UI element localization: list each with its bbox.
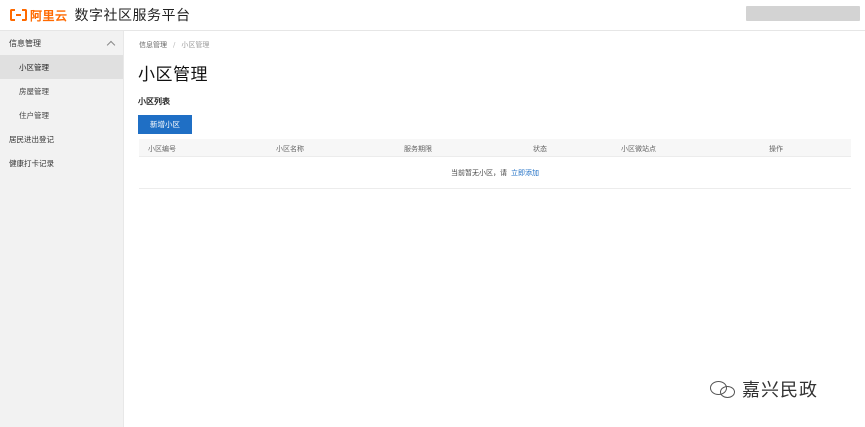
table-header: 小区编号 小区名称 服务期限 状态 小区微站点 操作 bbox=[139, 139, 851, 157]
column-header-service-period: 服务期限 bbox=[404, 145, 432, 153]
sidebar-item-community-management[interactable]: 小区管理 bbox=[0, 55, 123, 79]
sidebar-item-label: 居民进出登记 bbox=[9, 134, 54, 144]
column-header-actions: 操作 bbox=[769, 145, 783, 153]
user-info-box[interactable] bbox=[746, 6, 860, 21]
community-table: 小区编号 小区名称 服务期限 状态 小区微站点 操作 当前暂无小区，请 立即添加 bbox=[139, 139, 851, 189]
page-title: 小区管理 bbox=[138, 65, 208, 85]
sidebar-item-label: 健康打卡记录 bbox=[9, 158, 54, 168]
breadcrumb-current: 小区管理 bbox=[181, 41, 210, 49]
sidebar-item-resident-management[interactable]: 住户管理 bbox=[0, 103, 123, 127]
aliyun-logo[interactable]: 阿里云 bbox=[10, 7, 68, 24]
sidebar-item-health-checkin[interactable]: 健康打卡记录 bbox=[0, 151, 123, 175]
add-now-link[interactable]: 立即添加 bbox=[511, 168, 539, 178]
empty-state-text: 当前暂无小区，请 bbox=[451, 168, 507, 177]
column-header-name: 小区名称 bbox=[276, 145, 304, 153]
logo-text: 阿里云 bbox=[30, 8, 68, 23]
sidebar-item-resident-entry-exit[interactable]: 居民进出登记 bbox=[0, 127, 123, 151]
wechat-icon bbox=[710, 379, 738, 399]
top-bar: 阿里云 数字社区服务平台 bbox=[0, 0, 865, 31]
breadcrumb-parent[interactable]: 信息管理 bbox=[139, 40, 167, 50]
chevron-up-icon bbox=[106, 40, 116, 49]
column-header-id: 小区编号 bbox=[148, 145, 176, 153]
sidebar-group-label: 信息管理 bbox=[9, 38, 41, 48]
section-title: 小区列表 bbox=[138, 97, 170, 106]
sidebar-item-label: 房屋管理 bbox=[19, 86, 49, 96]
add-community-button[interactable]: 新增小区 bbox=[138, 115, 192, 134]
sidebar-item-label: 小区管理 bbox=[19, 62, 49, 72]
column-header-status: 状态 bbox=[533, 145, 547, 153]
sidebar-item-housing-management[interactable]: 房屋管理 bbox=[0, 79, 123, 103]
aliyun-logo-icon bbox=[10, 8, 27, 22]
sidebar-item-label: 住户管理 bbox=[19, 110, 49, 120]
breadcrumb-separator: / bbox=[173, 41, 176, 49]
main-content: 信息管理 / 小区管理 小区管理 小区列表 新增小区 小区编号 小区名称 服务期… bbox=[124, 31, 865, 427]
sidebar: 信息管理 小区管理 房屋管理 住户管理 居民进出登记 健康打卡记录 bbox=[0, 31, 124, 427]
watermark: 嘉兴民政 bbox=[710, 376, 818, 402]
table-empty-row: 当前暂无小区，请 立即添加 bbox=[139, 157, 851, 189]
app-title: 数字社区服务平台 bbox=[74, 8, 191, 24]
sidebar-group-info-management[interactable]: 信息管理 bbox=[0, 31, 123, 55]
watermark-text: 嘉兴民政 bbox=[742, 380, 818, 401]
breadcrumb: 信息管理 / 小区管理 bbox=[139, 40, 209, 50]
column-header-micro-site: 小区微站点 bbox=[621, 145, 656, 153]
